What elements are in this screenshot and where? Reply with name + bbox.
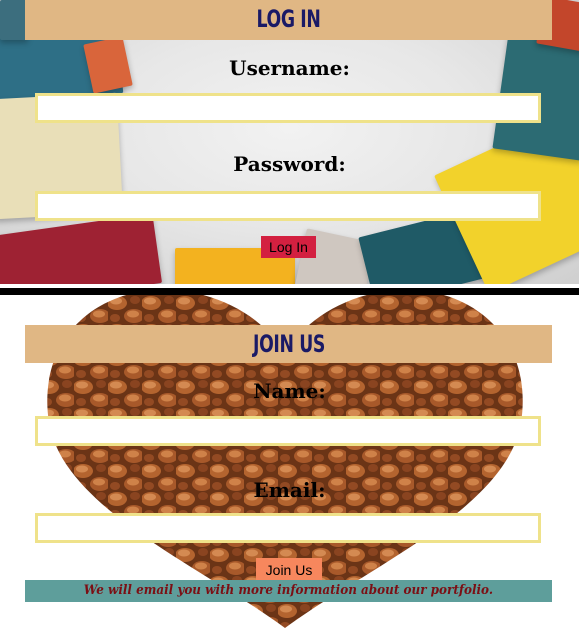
book: [0, 0, 28, 40]
join-title: JOIN US: [252, 330, 325, 358]
email-input[interactable]: [35, 513, 541, 543]
username-input[interactable]: [35, 93, 541, 123]
book: [0, 213, 163, 284]
join-us-button[interactable]: Join Us: [256, 558, 322, 582]
username-label: Username:: [229, 56, 350, 80]
password-label: Password:: [233, 152, 346, 176]
portfolio-notice-text: We will email you with more information …: [83, 583, 494, 598]
portfolio-notice: We will email you with more information …: [25, 580, 552, 602]
join-title-banner: JOIN US: [25, 325, 552, 363]
section-divider: [0, 288, 579, 295]
login-section: LOG IN Username: Password: Log In: [0, 0, 579, 284]
name-label: Name:: [253, 379, 326, 403]
login-title: LOG IN: [256, 5, 321, 33]
join-section: JOIN US Name: Email: Join Us We will ema…: [0, 295, 579, 628]
login-button[interactable]: Log In: [261, 236, 316, 258]
login-title-banner: LOG IN: [25, 0, 552, 40]
password-input[interactable]: [35, 191, 541, 221]
email-label: Email:: [253, 478, 326, 502]
name-input[interactable]: [35, 416, 541, 446]
